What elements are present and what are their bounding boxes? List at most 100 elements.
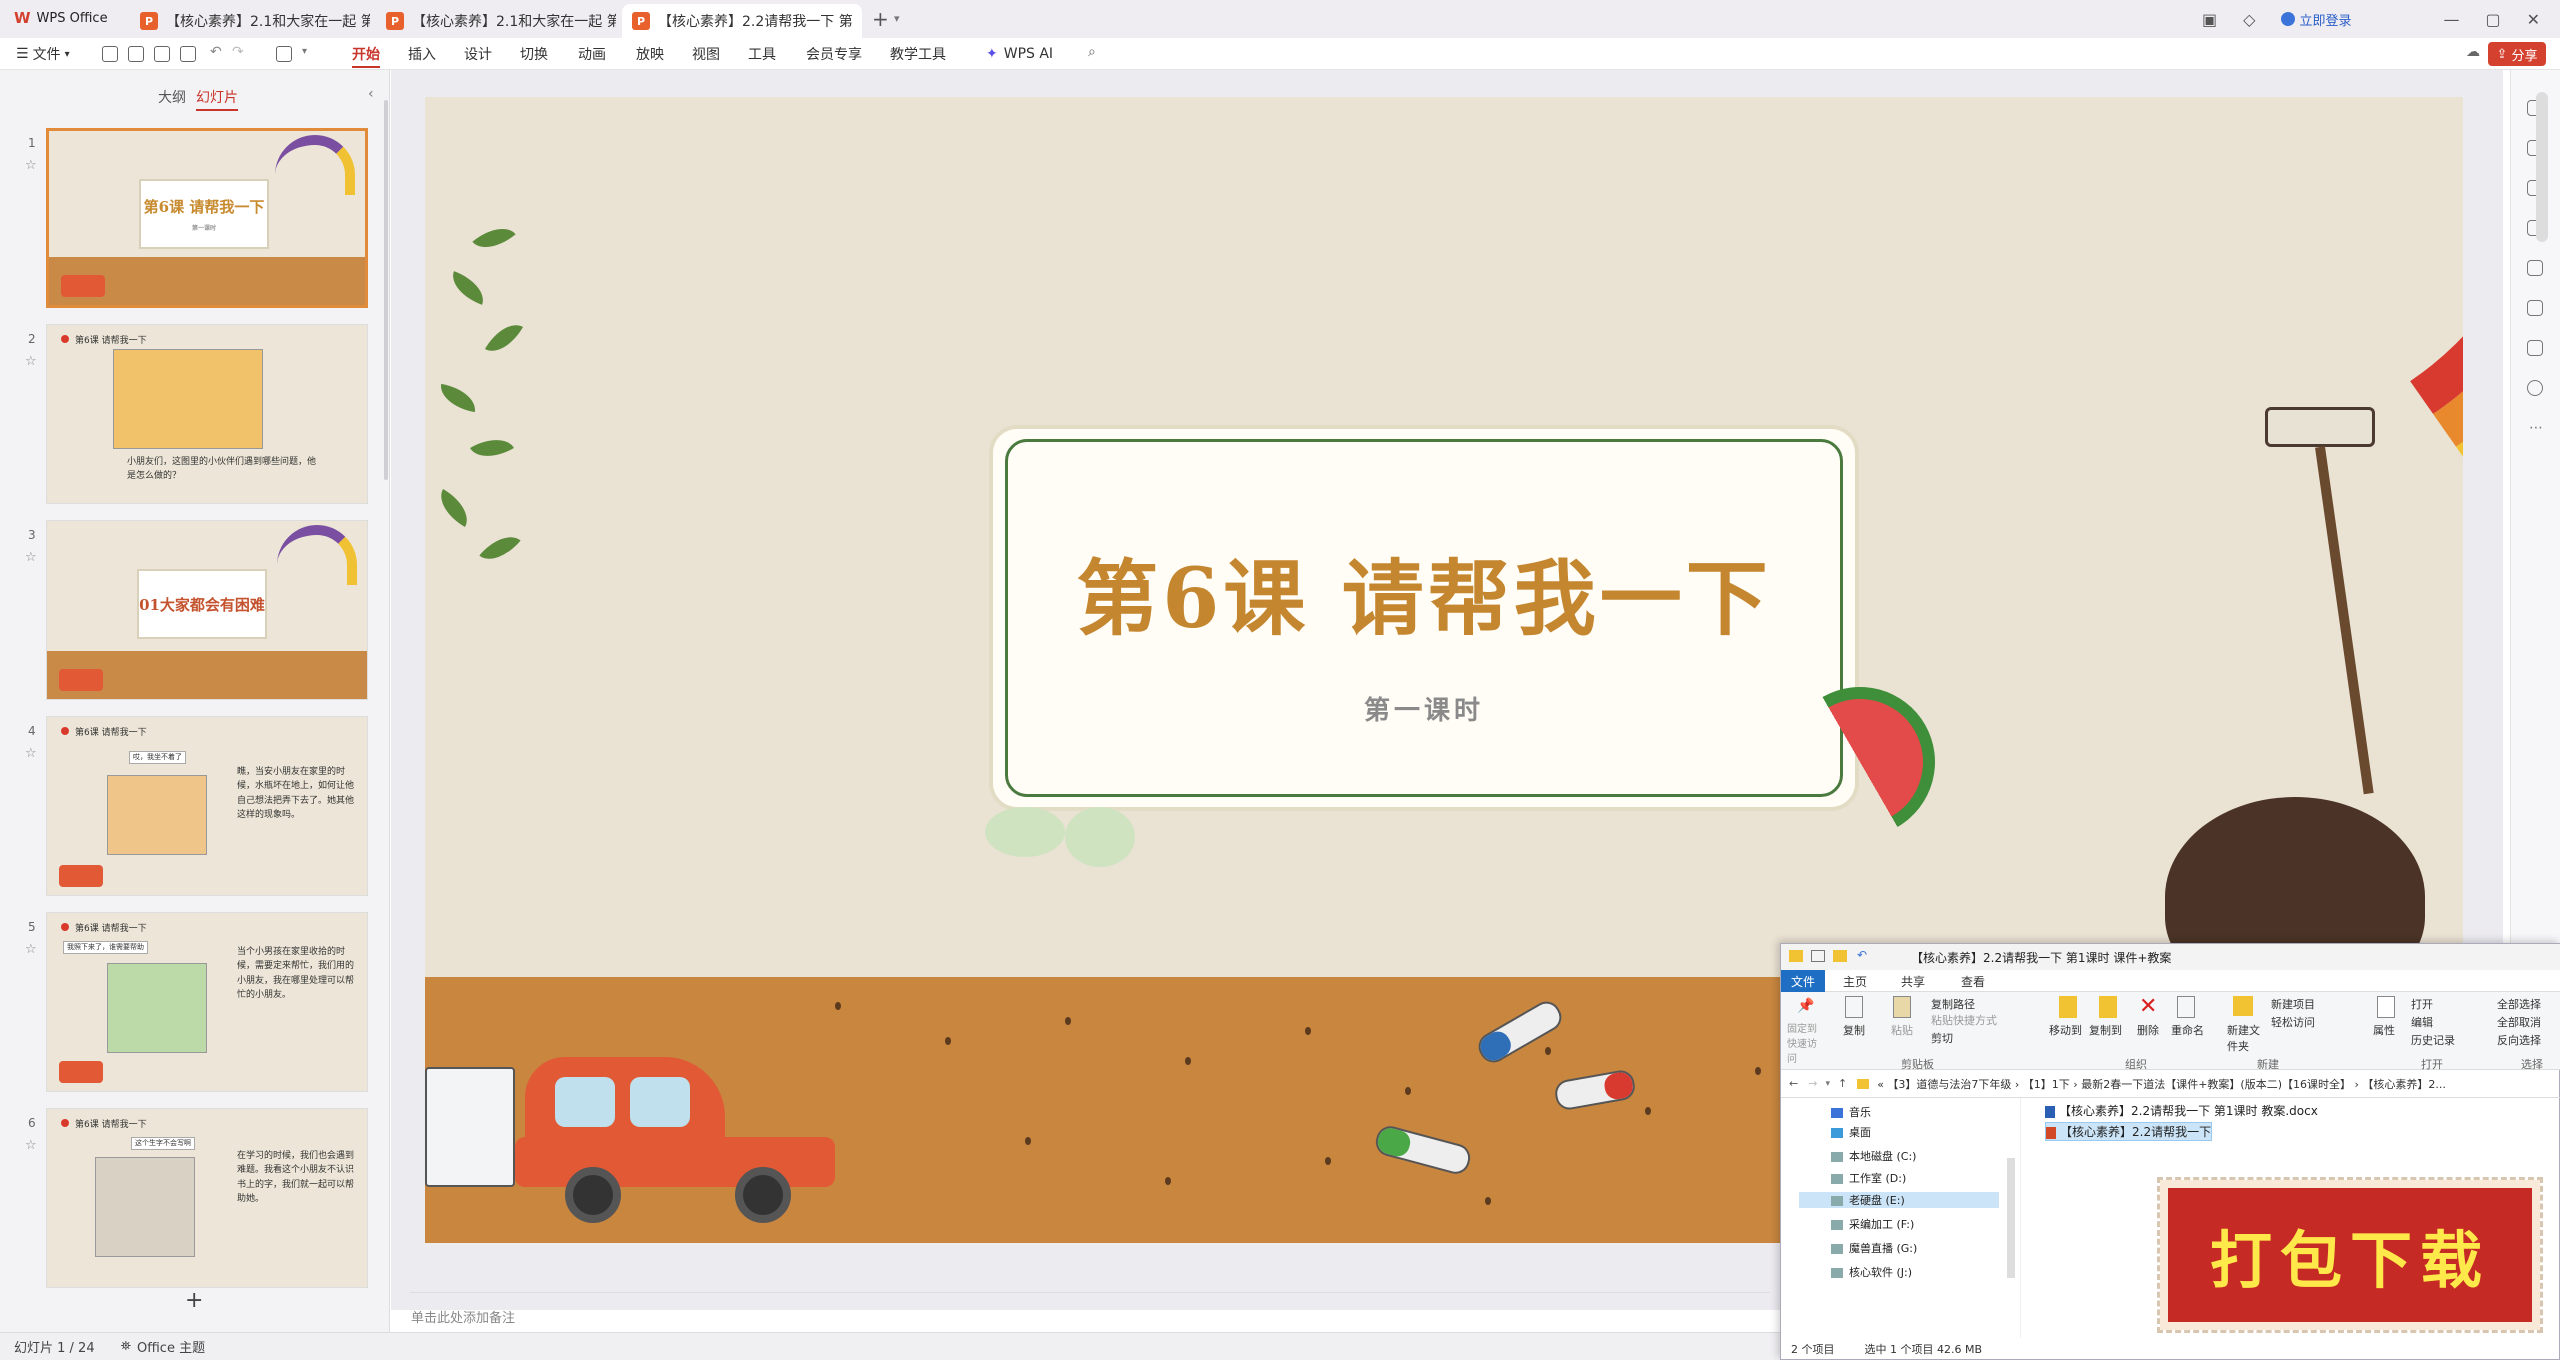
explorer-tab-home[interactable]: 主页 [1843, 973, 1867, 990]
tab-home[interactable]: 开始 [352, 38, 380, 70]
explorer-tab-share[interactable]: 共享 [1901, 973, 1925, 990]
star-icon[interactable]: ☆ [25, 158, 37, 173]
export-icon[interactable] [128, 46, 144, 62]
nav-drive-e[interactable]: 老硬盘 (E:) [1799, 1192, 1999, 1208]
nav-drive-c[interactable]: 本地磁盘 (C:) [1831, 1148, 1916, 1164]
save-icon[interactable] [102, 46, 118, 62]
explorer-tab-file[interactable]: 文件 [1781, 970, 1826, 992]
copy-path-button[interactable]: 复制路径 [1931, 996, 1975, 1012]
more-icon[interactable]: ⋯ [2529, 420, 2543, 436]
cloud-icon[interactable]: ☁ [2466, 44, 2480, 60]
slide-thumbnail-5[interactable]: 第6课 请帮我一下 我照下来了，谁需要帮助 当个小男孩在家里收拾的时候，需要定来… [46, 912, 368, 1092]
nav-desktop[interactable]: 桌面 [1831, 1124, 1871, 1140]
notes-area[interactable]: 单击此处添加备注 [391, 1300, 1791, 1332]
back-icon[interactable]: ← [1789, 1077, 1798, 1090]
layout-icon[interactable]: ▣ [2202, 10, 2217, 29]
slide-thumbnail-3[interactable]: 01大家都会有困难 [46, 520, 368, 700]
tab-animation[interactable]: 动画 [578, 38, 606, 70]
open-button[interactable]: 打开 [2411, 996, 2433, 1012]
nav-drive-f[interactable]: 采编加工 (F:) [1831, 1216, 1914, 1232]
cut-button[interactable]: 剪切 [1931, 1030, 1953, 1046]
wps-home[interactable]: W WPS Office [14, 9, 108, 27]
cube-icon[interactable]: ◇ [2243, 10, 2255, 29]
undo-icon[interactable]: ↶ [210, 44, 222, 60]
star-icon[interactable]: ☆ [25, 1138, 37, 1153]
tab-transition[interactable]: 切换 [520, 38, 548, 70]
tools-icon[interactable] [2527, 260, 2543, 276]
doc-tab-1[interactable]: P 【核心素养】2.1和大家在一起 第1课 [130, 4, 370, 38]
search-icon[interactable]: ⌕ [1088, 44, 1096, 60]
tab-member[interactable]: 会员专享 [806, 38, 862, 70]
select-all-button[interactable]: 全部选择 [2497, 996, 2541, 1012]
tab-slideshow[interactable]: 放映 [636, 38, 664, 70]
nav-scrollbar[interactable] [2007, 1158, 2015, 1278]
add-slide-button[interactable]: + [185, 1288, 203, 1313]
doc-tab-2[interactable]: P 【核心素养】2.1和大家在一起 第2课 [376, 4, 616, 38]
slide-subtitle[interactable]: 第一课时 [1008, 690, 1840, 727]
wps-ai-button[interactable]: ✦ WPS AI [986, 38, 1053, 70]
close-tab-icon[interactable]: ✕ [861, 14, 862, 28]
undo-icon[interactable]: ↶ [1857, 948, 1867, 962]
share-button[interactable]: ⇪ 分享 [2488, 42, 2546, 66]
slide-thumbnail-6[interactable]: 第6课 请帮我一下 这个生字不会写啊 在学习的时候，我们也会遇到难题。我看这个小… [46, 1108, 368, 1288]
nav-music[interactable]: 音乐 [1831, 1104, 1871, 1120]
up-icon[interactable]: ↑ [1838, 1077, 1847, 1090]
explorer-tab-view[interactable]: 查看 [1961, 973, 1985, 990]
star-icon[interactable]: ☆ [25, 942, 37, 957]
star-icon[interactable]: ☆ [25, 550, 37, 565]
edit-button[interactable]: 编辑 [2411, 1014, 2433, 1030]
file-menu[interactable]: ☰ 文件 ▾ [16, 38, 70, 70]
select-none-button[interactable]: 全部取消 [2497, 1014, 2541, 1030]
title-card[interactable]: 第6课 请帮我一下 第一课时 [993, 429, 1855, 807]
slide-thumbnail-4[interactable]: 第6课 请帮我一下 哎，我坐不着了 瞧，当安小朋友在家里的时候，水瓶坏在地上，如… [46, 716, 368, 896]
copy-button[interactable]: 复制 [1843, 1022, 1865, 1038]
format-painter-icon[interactable] [276, 46, 292, 62]
tab-slides[interactable]: 幻灯片 [196, 87, 238, 111]
tab-list-chevron-icon[interactable]: ▾ [894, 12, 900, 25]
paste-shortcut-button[interactable]: 粘贴快捷方式 [1931, 1012, 1997, 1028]
login-button[interactable]: 立即登录 [2281, 10, 2351, 29]
invert-selection-button[interactable]: 反向选择 [2497, 1032, 2541, 1048]
new-tab-icon[interactable]: + [872, 7, 889, 31]
pin-quick-access-button[interactable]: 固定到快速访问 [1787, 1020, 1823, 1065]
close-window-icon[interactable]: ✕ [2527, 10, 2540, 29]
file-item-docx[interactable]: 【核心素养】2.2请帮我一下 第1课时 教案.docx [2045, 1102, 2318, 1119]
nav-drive-d[interactable]: 工作室 (D:) [1831, 1170, 1906, 1186]
star-icon[interactable]: ☆ [25, 746, 37, 761]
maximize-icon[interactable]: ▢ [2485, 10, 2500, 29]
panel-scrollbar[interactable] [384, 100, 388, 480]
rename-button[interactable]: 重命名 [2171, 1022, 2204, 1038]
paste-button[interactable]: 粘贴 [1891, 1022, 1913, 1038]
slide-thumbnail-1[interactable]: 第6课 请帮我一下 第一课时 [46, 128, 368, 308]
nav-drive-g[interactable]: 魔兽直播 (G:) [1831, 1240, 1917, 1256]
new-folder-button[interactable]: 新建文件夹 [2227, 1022, 2261, 1054]
history-button[interactable]: 历史记录 [2411, 1032, 2455, 1048]
forward-icon[interactable]: → [1808, 1077, 1817, 1090]
new-item-button[interactable]: 新建项目 [2271, 996, 2315, 1012]
address-bar[interactable]: ← → ▾ ↑ « 【3】道德与法治7下年级 › 【1】1下 › 最新2春一下道… [1781, 1070, 2560, 1098]
collapse-panel-icon[interactable]: ‹ [368, 86, 374, 102]
minimize-icon[interactable]: — [2443, 10, 2459, 29]
download-promo-banner[interactable]: 打包下载 [2157, 1177, 2543, 1333]
tab-teaching-tools[interactable]: 教学工具 [890, 38, 946, 70]
properties-button[interactable]: 属性 [2373, 1022, 2395, 1038]
print-preview-icon[interactable] [154, 46, 170, 62]
delete-button[interactable]: 删除 [2137, 1022, 2159, 1038]
move-to-button[interactable]: 移动到 [2049, 1022, 2082, 1038]
layers-icon[interactable] [2527, 340, 2543, 356]
tab-design[interactable]: 设计 [464, 38, 492, 70]
print-icon[interactable] [180, 46, 196, 62]
new-folder-icon[interactable] [1833, 950, 1847, 962]
easy-access-button[interactable]: 轻松访问 [2271, 1014, 2315, 1030]
slide-thumbnail-2[interactable]: 第6课 请帮我一下 小朋友们，这图里的小伙伴们遇到哪些问题，他是怎么做的？ [46, 324, 368, 504]
star-icon[interactable]: ☆ [25, 354, 37, 369]
chevron-down-icon[interactable]: ▾ [1825, 1079, 1830, 1089]
tab-tools[interactable]: 工具 [748, 38, 776, 70]
help-icon[interactable] [2527, 380, 2543, 396]
file-item-pptx[interactable]: 【核心素养】2.2请帮我一下 [2045, 1122, 2213, 1141]
redo-icon[interactable]: ↷ [232, 44, 244, 60]
theme-name[interactable]: Office 主题 [137, 1337, 205, 1356]
doc-tab-3[interactable]: P 【核心素养】2.2请帮我一下 第 ✕ [622, 4, 862, 38]
copy-to-button[interactable]: 复制到 [2089, 1022, 2122, 1038]
properties-icon[interactable] [1811, 950, 1825, 962]
